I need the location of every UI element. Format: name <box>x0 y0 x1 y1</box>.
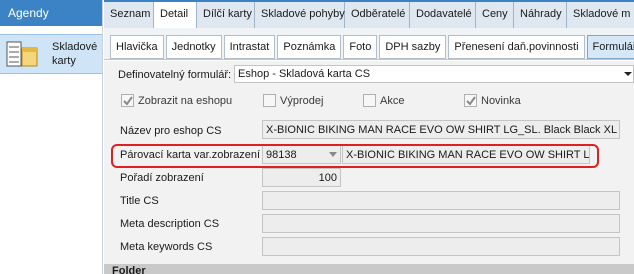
meta-keywords-label: Meta keywords CS <box>120 241 213 253</box>
display-order-label: Pořadí zobrazení <box>120 172 204 184</box>
definable-form-label: Definovatelný formulář: <box>118 69 232 81</box>
show-on-eshop-label: Zobrazit na eshopu <box>138 95 233 107</box>
chevron-down-icon <box>624 72 632 76</box>
tab-dodavatele[interactable]: Dodavatelé <box>410 2 476 28</box>
meta-description-label: Meta description CS <box>120 218 220 230</box>
display-order-field[interactable]: 100 <box>262 168 341 187</box>
agenda-item-label: Skladové karty <box>52 41 98 67</box>
tab-ceny[interactable]: Ceny <box>476 2 514 28</box>
subtab-preneseni-dan-povinnosti[interactable]: Přenesení daň.povinnosti <box>448 35 585 59</box>
subtab-formulare[interactable]: Formuláře <box>586 35 634 59</box>
tab-seznam[interactable]: Seznam <box>104 2 154 28</box>
agenda-item-stock-cards[interactable]: Skladové karty <box>0 34 102 74</box>
definable-form-select[interactable]: Eshop - Skladová karta CS <box>234 65 634 83</box>
subtab-poznamka[interactable]: Poznámka <box>277 35 342 59</box>
agenda-header: Agendy <box>0 0 102 26</box>
definable-form-value: Eshop - Skladová karta CS <box>238 68 371 80</box>
tab-nahrady[interactable]: Náhrady <box>514 2 567 28</box>
form-panel: Definovatelný formulář: Eshop - Skladová… <box>104 61 634 274</box>
subtab-intrastat[interactable]: Intrastat <box>223 35 276 59</box>
tab-skladove-m[interactable]: Skladové m <box>567 2 634 28</box>
sale-label: Výprodej <box>280 95 324 107</box>
checkmark-icon <box>123 96 133 106</box>
sub-tab-bar: Hlavička Jednotky Intrastat Poznámka Fot… <box>104 28 634 60</box>
subtab-dph-sazby[interactable]: DPH sazby <box>379 35 447 59</box>
new-label: Novinka <box>481 95 521 107</box>
title-cs-field[interactable] <box>262 191 620 210</box>
show-on-eshop-checkbox[interactable] <box>121 94 134 107</box>
tab-dilci-karty[interactable]: Dílčí karty <box>197 2 255 28</box>
subtab-foto[interactable]: Foto <box>343 35 378 59</box>
action-checkbox[interactable] <box>363 94 376 107</box>
checkmark-icon <box>466 96 476 106</box>
top-tab-bar: Seznam Detail Dílčí karty Skladové pohyb… <box>104 0 634 28</box>
title-cs-label: Title CS <box>120 195 159 207</box>
new-checkbox[interactable] <box>464 94 477 107</box>
subtab-jednotky[interactable]: Jednotky <box>165 35 222 59</box>
action-label: Akce <box>380 95 405 107</box>
eshop-name-label: Název pro eshop CS <box>120 125 222 137</box>
tab-skladove-pohyby[interactable]: Skladové pohyby <box>255 2 345 28</box>
subtab-hlavicka[interactable]: Hlavička <box>110 35 164 59</box>
tab-detail[interactable]: Detail <box>154 2 197 28</box>
tab-odberatele[interactable]: Odběratelé <box>345 2 410 28</box>
folder-section-header[interactable]: Folder <box>104 264 634 274</box>
pairing-highlight-outline <box>111 144 599 168</box>
meta-keywords-field[interactable] <box>262 237 620 256</box>
sale-checkbox[interactable] <box>263 94 276 107</box>
agenda-panel: Agendy Skladové karty <box>0 0 103 274</box>
meta-description-field[interactable] <box>262 214 620 233</box>
eshop-name-field[interactable]: X-BIONIC BIKING MAN RACE EVO OW SHIRT LG… <box>262 120 620 139</box>
stock-cards-icon <box>6 41 38 67</box>
